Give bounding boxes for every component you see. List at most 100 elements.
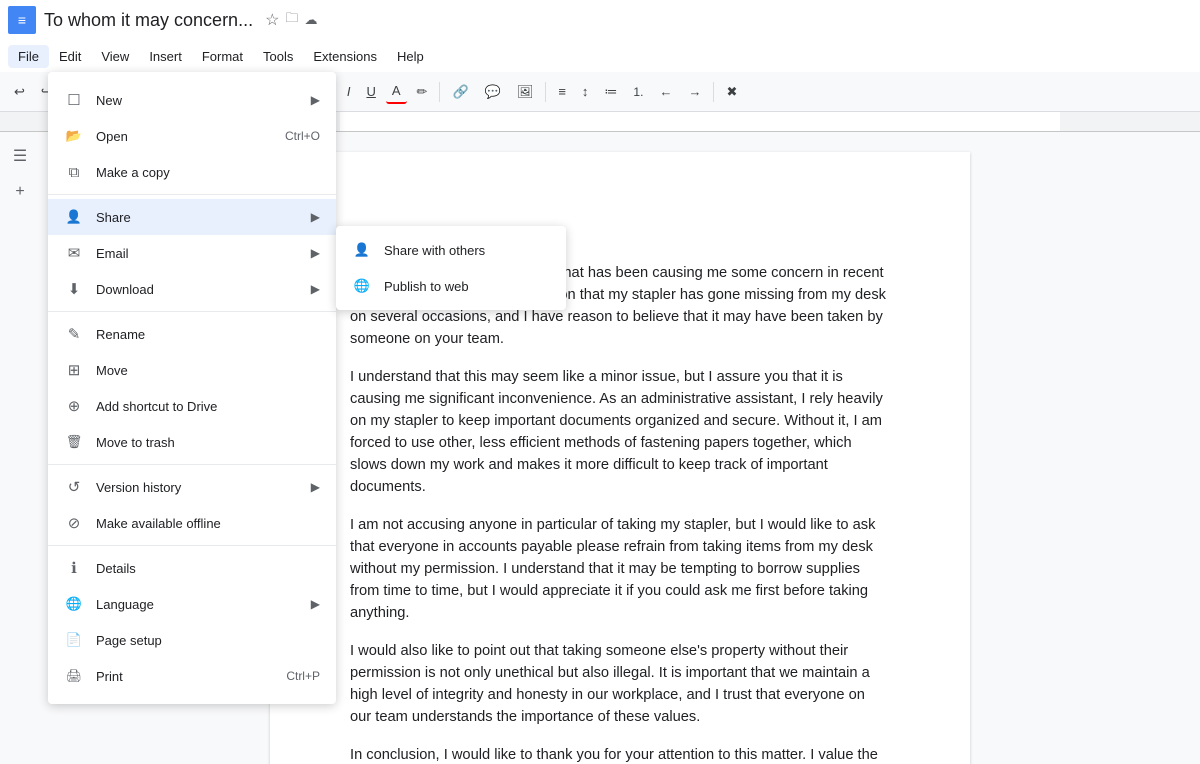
- make-copy-label: Make a copy: [96, 165, 320, 180]
- menu-row-details[interactable]: ℹ Details: [48, 550, 336, 586]
- sep6: [713, 82, 714, 102]
- indent-more-button[interactable]: →: [682, 80, 707, 103]
- print-label: Print: [96, 669, 278, 684]
- menu-row-rename[interactable]: ✎ Rename: [48, 316, 336, 352]
- offline-label: Make available offline: [96, 516, 320, 531]
- share-with-others-label: Share with others: [384, 243, 485, 258]
- ruler-white-area: [340, 112, 1060, 131]
- version-history-arrow: ▶: [311, 480, 320, 494]
- align-button[interactable]: ≡: [552, 80, 572, 103]
- menu-row-new[interactable]: ☐ New ▶: [48, 82, 336, 118]
- list-type-button[interactable]: ≔: [598, 80, 623, 104]
- publish-to-web-label: Publish to web: [384, 279, 469, 294]
- indent-less-button[interactable]: ←: [653, 80, 678, 103]
- menu-insert[interactable]: Insert: [139, 45, 192, 68]
- details-label: Details: [96, 561, 320, 576]
- paragraph-3: I am not accusing anyone in particular o…: [350, 514, 890, 624]
- language-arrow: ▶: [311, 597, 320, 611]
- paragraph-5: In conclusion, I would like to thank you…: [350, 744, 890, 764]
- menu-row-version-history[interactable]: ↺ Version history ▶: [48, 469, 336, 505]
- comment-button[interactable]: 💬: [479, 80, 507, 104]
- menu-row-make-copy[interactable]: ⧉ Make a copy: [48, 154, 336, 190]
- share-submenu: 👤 Share with others 🌐 Publish to web: [336, 226, 566, 310]
- highlight-button[interactable]: ✏: [411, 80, 434, 104]
- menu-help[interactable]: Help: [387, 45, 434, 68]
- menu-section-1: ☐ New ▶ 📂 Open Ctrl+O ⧉ Make a copy: [48, 78, 336, 195]
- underline-button[interactable]: U: [360, 80, 381, 103]
- download-label: Download: [96, 282, 307, 297]
- star-icon[interactable]: ☆: [265, 10, 279, 30]
- email-icon: ✉: [64, 243, 84, 263]
- add-shortcut-label: Add shortcut to Drive: [96, 399, 320, 414]
- image-button[interactable]: 🖼: [511, 80, 540, 104]
- page-setup-icon: 📄: [64, 630, 84, 650]
- share-arrow: ▶: [311, 210, 320, 224]
- move-label: Move: [96, 363, 320, 378]
- undo-button[interactable]: ↩: [8, 80, 31, 104]
- email-label: Email: [96, 246, 307, 261]
- menu-row-open[interactable]: 📂 Open Ctrl+O: [48, 118, 336, 154]
- menu-row-add-shortcut[interactable]: ⊕ Add shortcut to Drive: [48, 388, 336, 424]
- menu-row-share[interactable]: 👤 Share ▶: [48, 199, 336, 235]
- menu-row-page-setup[interactable]: 📄 Page setup: [48, 622, 336, 658]
- line-spacing-button[interactable]: ↕: [576, 80, 595, 103]
- download-icon: ⬇: [64, 279, 84, 299]
- version-history-icon: ↺: [64, 477, 84, 497]
- menu-bar: File Edit View Insert Format Tools Exten…: [0, 40, 1200, 72]
- cloud-icon[interactable]: ☁: [304, 12, 317, 28]
- share-with-others-row[interactable]: 👤 Share with others: [336, 232, 566, 268]
- menu-view[interactable]: View: [91, 45, 139, 68]
- menu-edit[interactable]: Edit: [49, 45, 91, 68]
- open-icon: 📂: [64, 126, 84, 146]
- clear-format-button[interactable]: ✖: [720, 80, 743, 104]
- menu-format[interactable]: Format: [192, 45, 253, 68]
- print-shortcut: Ctrl+P: [286, 669, 320, 683]
- move-icon: ⊞: [64, 360, 84, 380]
- title-icons: ☆ 🗀 ☁: [265, 9, 317, 31]
- menu-row-print[interactable]: 🖨 Print Ctrl+P: [48, 658, 336, 694]
- menu-section-2: 👤 Share ▶ ✉ Email ▶ ⬇ Download ▶: [48, 195, 336, 312]
- new-label: New: [96, 93, 307, 108]
- paragraph-4: I would also like to point out that taki…: [350, 640, 890, 728]
- make-copy-icon: ⧉: [64, 162, 84, 182]
- menu-row-language[interactable]: 🌐 Language ▶: [48, 586, 336, 622]
- page-setup-label: Page setup: [96, 633, 320, 648]
- sep5: [545, 82, 546, 102]
- print-icon: 🖨: [64, 666, 84, 686]
- new-arrow: ▶: [311, 93, 320, 107]
- download-arrow: ▶: [311, 282, 320, 296]
- menu-section-5: ℹ Details 🌐 Language ▶ 📄 Page setup 🖨 Pr…: [48, 546, 336, 698]
- move-trash-label: Move to trash: [96, 435, 320, 450]
- text-color-button[interactable]: A: [386, 79, 407, 104]
- menu-row-move-trash[interactable]: 🗑 Move to trash: [48, 424, 336, 460]
- add-shortcut-icon: ⊕: [64, 396, 84, 416]
- top-bar: To whom it may concern... ☆ 🗀 ☁: [0, 0, 1200, 40]
- open-label: Open: [96, 129, 277, 144]
- menu-row-email[interactable]: ✉ Email ▶: [48, 235, 336, 271]
- sidebar-add-icon[interactable]: +: [6, 178, 34, 206]
- menu-tools[interactable]: Tools: [253, 45, 303, 68]
- rename-label: Rename: [96, 327, 320, 342]
- language-icon: 🌐: [64, 594, 84, 614]
- menu-extensions[interactable]: Extensions: [303, 45, 387, 68]
- file-menu-dropdown: ☐ New ▶ 📂 Open Ctrl+O ⧉ Make a copy 👤 Sh…: [48, 72, 336, 704]
- publish-to-web-row[interactable]: 🌐 Publish to web: [336, 268, 566, 304]
- italic-button[interactable]: I: [341, 80, 357, 103]
- open-shortcut: Ctrl+O: [285, 129, 320, 143]
- doc-icon: [8, 6, 36, 34]
- menu-row-offline[interactable]: ⊘ Make available offline: [48, 505, 336, 541]
- share-label: Share: [96, 210, 307, 225]
- folder-icon[interactable]: 🗀: [285, 9, 298, 31]
- link-button[interactable]: 🔗: [446, 80, 474, 104]
- menu-file[interactable]: File: [8, 45, 49, 68]
- sidebar-outline-icon[interactable]: ☰: [6, 142, 34, 170]
- language-label: Language: [96, 597, 307, 612]
- menu-row-move[interactable]: ⊞ Move: [48, 352, 336, 388]
- email-arrow: ▶: [311, 246, 320, 260]
- menu-section-4: ↺ Version history ▶ ⊘ Make available off…: [48, 465, 336, 546]
- new-icon: ☐: [64, 90, 84, 110]
- details-icon: ℹ: [64, 558, 84, 578]
- menu-row-download[interactable]: ⬇ Download ▶: [48, 271, 336, 307]
- publish-to-web-icon: 🌐: [352, 276, 372, 296]
- numbered-list-button[interactable]: 1.: [627, 81, 649, 103]
